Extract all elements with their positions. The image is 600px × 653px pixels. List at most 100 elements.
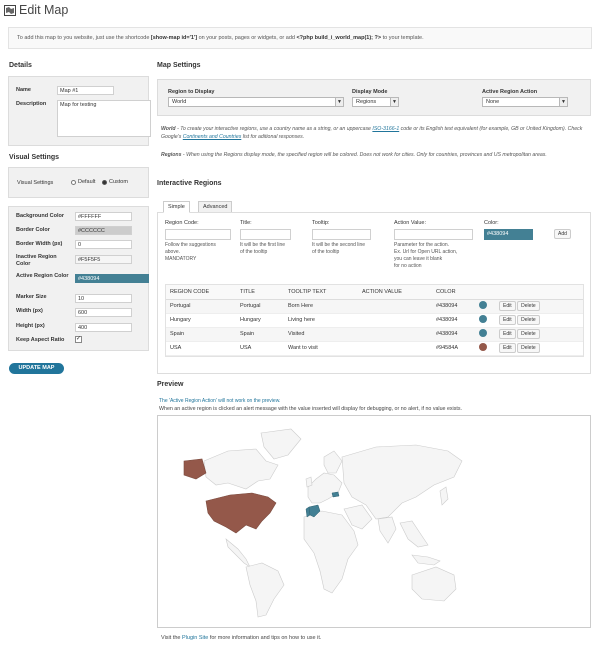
width-label: Width (px) <box>16 308 43 314</box>
edit-button[interactable]: Edit <box>499 315 516 325</box>
cell-tooltip: Want to visit <box>284 341 358 356</box>
cell-swatch <box>475 327 495 342</box>
height-field[interactable]: 400 <box>75 323 132 332</box>
visual-fields-panel: Background Color #FFFFFF Border Color #C… <box>8 206 149 351</box>
active-color-field[interactable]: #438094 <box>75 274 149 283</box>
inactive-color-field[interactable]: #F5F5F5 <box>75 255 132 264</box>
preview-heading: Preview <box>157 381 184 388</box>
preview-footer: Visit the Plugin Site for more informati… <box>161 635 321 641</box>
column-header: TOOLTIP TEXT <box>284 285 358 300</box>
width-field[interactable]: 600 <box>75 308 132 317</box>
help-line: Parameter for the action. <box>394 242 450 248</box>
regions-help-text: Regions - When using the Regions display… <box>161 151 589 159</box>
region-label: Region to Display <box>168 89 215 95</box>
iso-link[interactable]: ISO-3166-1 <box>372 126 399 132</box>
cell-actions: Edit Delete <box>495 299 583 314</box>
help-title: World <box>161 126 176 132</box>
inactive-color-label: Inactive Region Color <box>16 254 57 267</box>
table-row: Spain Spain Visited #438094 Edit Delete <box>166 327 583 342</box>
help-text: - When using the Regions display mode, t… <box>182 152 547 158</box>
help-line: It will be the second line <box>312 242 366 248</box>
radio-checked-icon <box>102 179 107 185</box>
column-header: REGION CODE <box>166 285 236 300</box>
color-swatch <box>479 329 487 337</box>
border-width-label: Border Width (px) <box>16 241 63 247</box>
chevron-down-icon: ▼ <box>559 98 567 106</box>
region-code-label: Region Code: <box>165 220 199 226</box>
color-swatch <box>479 315 487 323</box>
name-field[interactable]: Map #1 <box>57 86 114 95</box>
details-heading: Details <box>9 62 32 69</box>
region-select[interactable]: World ▼ <box>168 97 344 107</box>
cell-swatch <box>475 313 495 328</box>
action-label: Active Region Action <box>482 89 538 95</box>
action-value-input[interactable] <box>394 229 473 240</box>
cell-tooltip: Living here <box>284 313 358 328</box>
help-text: - To create your interactive regions, us… <box>177 126 371 132</box>
cell-swatch <box>475 341 495 356</box>
table-row: USA USA Want to visit #94584A Edit Delet… <box>166 341 583 356</box>
visual-settings-heading: Visual Settings <box>9 154 60 161</box>
notice-text: on your posts, pages or widgets, or add <box>198 35 295 41</box>
cell-code: Spain <box>166 327 236 342</box>
add-button[interactable]: Add <box>554 229 571 239</box>
plugin-site-link[interactable]: Plugin Site <box>182 635 208 641</box>
help-line: It will be the first line <box>240 242 286 248</box>
tooltip-label: Tooltip: <box>312 220 330 226</box>
cell-code: Portugal <box>166 299 236 314</box>
display-mode-select[interactable]: Regions ▼ <box>352 97 399 107</box>
color-swatch <box>479 301 487 309</box>
footer-text: Visit the <box>161 635 181 641</box>
world-help-text: World - To create your interactive regio… <box>161 125 589 141</box>
cell-title: Portugal <box>236 299 284 314</box>
world-map[interactable] <box>166 421 466 621</box>
continents-link[interactable]: Continents and Countries <box>183 134 242 140</box>
border-color-field[interactable]: #CCCCCC <box>75 226 132 235</box>
cell-color: #94584A <box>432 341 475 356</box>
color-input[interactable]: #438094 <box>484 229 533 240</box>
cell-color: #438094 <box>432 327 475 342</box>
cell-title: Spain <box>236 327 284 342</box>
help-line: Ex. Url for Open URL action, <box>394 249 458 255</box>
keep-aspect-checkbox[interactable]: ✓ <box>75 336 82 343</box>
cell-swatch <box>475 299 495 314</box>
chevron-down-icon: ▼ <box>335 98 343 106</box>
delete-button[interactable]: Delete <box>517 329 540 339</box>
cell-tooltip: Visited <box>284 327 358 342</box>
border-width-field[interactable]: 0 <box>75 240 132 249</box>
color-label: Color: <box>484 220 499 226</box>
cell-code: Hungary <box>166 313 236 328</box>
delete-button[interactable]: Delete <box>517 315 540 325</box>
marker-size-field[interactable]: 10 <box>75 294 132 303</box>
regions-table: REGION CODE TITLE TOOLTIP TEXT ACTION VA… <box>166 285 583 356</box>
title-input[interactable] <box>240 229 291 240</box>
radio-unchecked-icon <box>71 179 76 185</box>
active-color-label: Active Region Color <box>16 273 69 279</box>
radio-custom[interactable]: Custom <box>102 179 128 185</box>
description-field[interactable]: Map for testing <box>57 100 151 137</box>
edit-button[interactable]: Edit <box>499 343 516 353</box>
delete-button[interactable]: Delete <box>517 343 540 353</box>
map-settings-heading: Map Settings <box>157 62 201 69</box>
action-select[interactable]: None ▼ <box>482 97 568 107</box>
bg-color-field[interactable]: #FFFFFF <box>75 212 132 221</box>
regions-table-wrap: REGION CODE TITLE TOOLTIP TEXT ACTION VA… <box>165 284 584 357</box>
tooltip-input[interactable] <box>312 229 371 240</box>
update-map-button[interactable]: UPDATE MAP <box>9 363 64 374</box>
cell-code: USA <box>166 341 236 356</box>
edit-button[interactable]: Edit <box>499 329 516 339</box>
shortcode-notice: To add this map to you website, just use… <box>8 27 592 49</box>
radio-default[interactable]: Default <box>71 179 95 185</box>
region-code-help: Follow the suggestions above. MANDATORY <box>165 242 216 263</box>
table-row: Portugal Portugal Born Here #438094 Edit… <box>166 299 583 314</box>
display-mode-select-value: Regions <box>356 99 377 105</box>
tab-simple[interactable]: Simple <box>163 201 190 213</box>
cell-title: USA <box>236 341 284 356</box>
interactive-regions-heading: Interactive Regions <box>157 180 222 187</box>
help-line: for no action <box>394 263 422 269</box>
edit-button[interactable]: Edit <box>499 301 516 311</box>
delete-button[interactable]: Delete <box>517 301 540 311</box>
radio-custom-label: Custom <box>109 179 128 185</box>
region-code-input[interactable] <box>165 229 231 240</box>
action-select-value: None <box>486 99 500 105</box>
